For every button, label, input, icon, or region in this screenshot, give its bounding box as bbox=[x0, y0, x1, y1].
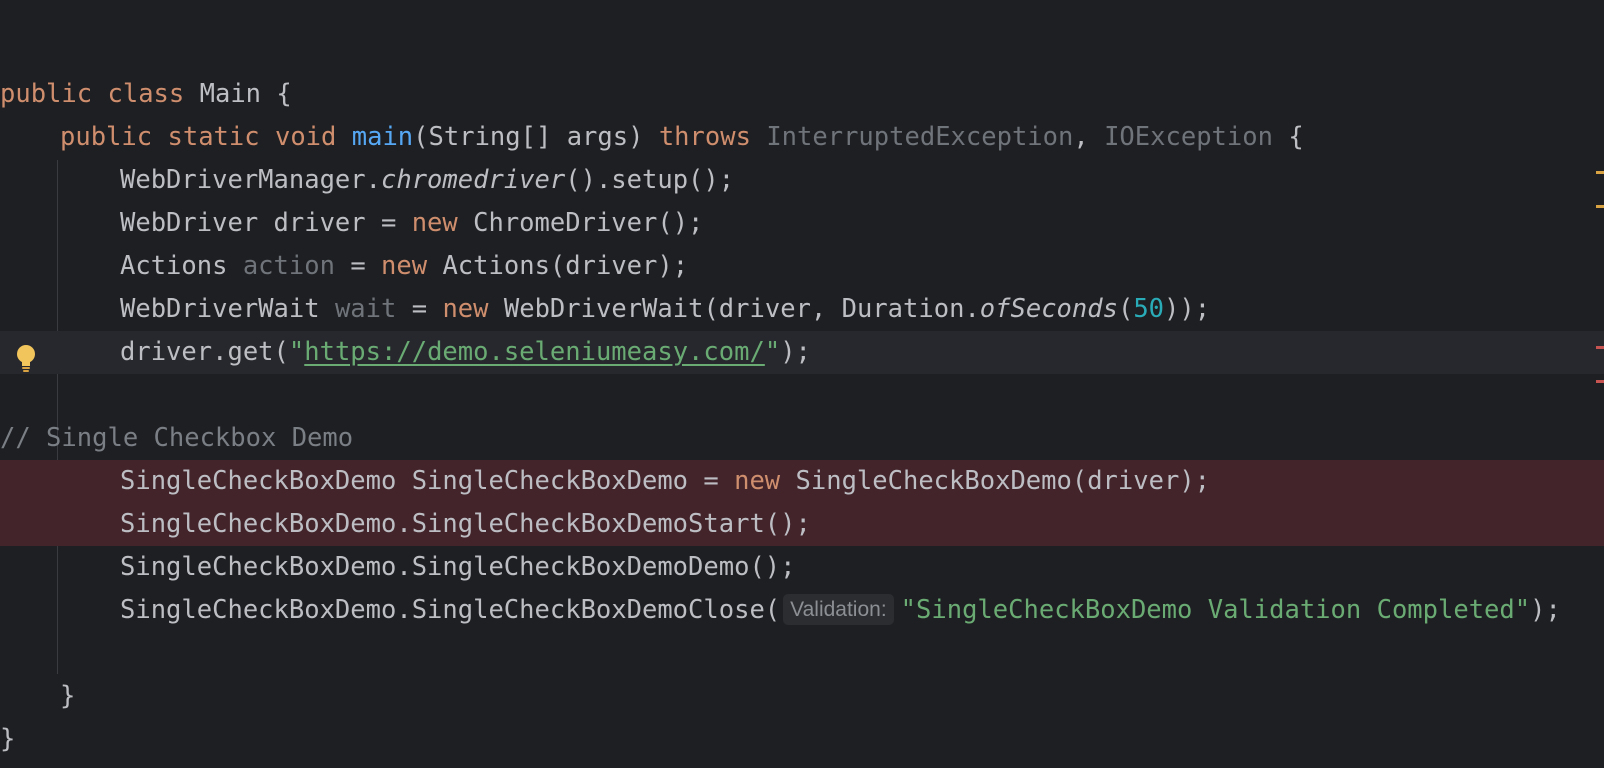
warning-marker[interactable] bbox=[1596, 205, 1604, 208]
method-params: (String[] args) bbox=[413, 122, 644, 152]
demo-demo-call: SingleCheckBoxDemo.SingleCheckBoxDemoDem… bbox=[120, 552, 796, 582]
exception-io: IOException bbox=[1104, 122, 1273, 152]
type-actions: Actions bbox=[120, 251, 228, 281]
code-line-actions-decl[interactable]: Actions action = new Actions(driver); bbox=[0, 245, 1604, 288]
code-line-driver-get[interactable]: driver.get("https://demo.seleniumeasy.co… bbox=[0, 331, 1604, 374]
chromedriver-constructor: ChromeDriver(); bbox=[473, 208, 704, 238]
keyword-public: public bbox=[0, 79, 93, 109]
code-line-method-close[interactable]: } bbox=[0, 675, 1604, 718]
warning-marker[interactable] bbox=[1596, 171, 1604, 174]
demo-close-call: SingleCheckBoxDemo.SingleCheckBoxDemoClo… bbox=[120, 595, 781, 625]
code-line-demo-decl[interactable]: SingleCheckBoxDemo SingleCheckBoxDemo = … bbox=[0, 460, 1604, 503]
driver-declaration: WebDriver driver = bbox=[120, 208, 412, 238]
comment-single-checkbox-demo: // Single Checkbox Demo bbox=[0, 423, 354, 453]
unused-var-action: action bbox=[242, 251, 335, 281]
keyword-new: new bbox=[734, 466, 781, 496]
quote-close: " bbox=[764, 337, 781, 367]
comma: , bbox=[1073, 122, 1089, 152]
error-marker[interactable] bbox=[1596, 380, 1604, 383]
webdrivermanager-ref: WebDriverManager. bbox=[120, 165, 381, 195]
paren-open: ( bbox=[1117, 294, 1134, 324]
paren-close: )); bbox=[1164, 294, 1211, 324]
open-brace: { bbox=[276, 79, 292, 109]
code-line-demo-demo[interactable]: SingleCheckBoxDemo.SingleCheckBoxDemoDem… bbox=[0, 546, 1604, 589]
unused-var-wait: wait bbox=[334, 294, 397, 324]
string-literal: "SingleCheckBoxDemo Validation Completed… bbox=[900, 595, 1531, 625]
keyword-static: static bbox=[167, 122, 260, 152]
code-editor[interactable]: public class Main { public static void m… bbox=[0, 0, 1604, 768]
chromedriver-call: chromedriver bbox=[381, 165, 566, 195]
error-marker[interactable] bbox=[1596, 346, 1604, 349]
code-line-driver-setup[interactable]: WebDriverManager.chromedriver().setup(); bbox=[0, 159, 1604, 202]
close-brace: } bbox=[0, 724, 16, 754]
code-line-demo-start[interactable]: SingleCheckBoxDemo.SingleCheckBoxDemoSta… bbox=[0, 503, 1604, 546]
keyword-new: new bbox=[442, 294, 489, 324]
ofseconds-call: ofSeconds bbox=[979, 294, 1118, 324]
code-line-driver-decl[interactable]: WebDriver driver = new ChromeDriver(); bbox=[0, 202, 1604, 245]
keyword-public: public bbox=[60, 122, 153, 152]
code-line-class-close[interactable]: } bbox=[0, 718, 1604, 761]
call-close: ); bbox=[1530, 595, 1561, 625]
url-link[interactable]: https://demo.seleniumeasy.com/ bbox=[304, 337, 765, 367]
quote-open: " bbox=[288, 337, 305, 367]
demo-start-call: SingleCheckBoxDemo.SingleCheckBoxDemoSta… bbox=[120, 509, 811, 539]
driver-get-call: driver.get( bbox=[120, 337, 289, 367]
call-close: ); bbox=[780, 337, 811, 367]
number-literal: 50 bbox=[1133, 294, 1165, 324]
code-line-wait-decl[interactable]: WebDriverWait wait = new WebDriverWait(d… bbox=[0, 288, 1604, 331]
open-brace: { bbox=[1288, 122, 1304, 152]
class-name: Main bbox=[199, 79, 262, 109]
demo-constructor: SingleCheckBoxDemo(driver); bbox=[795, 466, 1211, 496]
demo-declaration: SingleCheckBoxDemo SingleCheckBoxDemo = bbox=[120, 466, 735, 496]
assign: = bbox=[350, 251, 382, 281]
type-webdriverwait: WebDriverWait bbox=[120, 294, 320, 324]
code-line-demo-close[interactable]: SingleCheckBoxDemo.SingleCheckBoxDemoClo… bbox=[0, 589, 1604, 632]
keyword-new: new bbox=[411, 208, 458, 238]
webdriverwait-constructor: WebDriverWait(driver, Duration. bbox=[503, 294, 980, 324]
keyword-throws: throws bbox=[658, 122, 751, 152]
actions-constructor: Actions(driver); bbox=[442, 251, 689, 281]
parameter-hint: Validation: bbox=[783, 594, 894, 625]
code-line-main-method[interactable]: public static void main(String[] args) t… bbox=[0, 116, 1604, 159]
keyword-new: new bbox=[381, 251, 428, 281]
keyword-class: class bbox=[107, 79, 185, 109]
assign: = bbox=[411, 294, 443, 324]
setup-call: ().setup(); bbox=[565, 165, 735, 195]
exception-interrupted: InterruptedException bbox=[766, 122, 1074, 152]
close-brace: } bbox=[60, 681, 76, 711]
method-name-main: main bbox=[351, 122, 414, 152]
lightbulb-icon[interactable] bbox=[14, 343, 38, 373]
code-line-class-declaration[interactable]: public class Main { bbox=[0, 73, 1604, 116]
keyword-void: void bbox=[274, 122, 337, 152]
code-line-comment[interactable]: // Single Checkbox Demo bbox=[0, 417, 1604, 460]
